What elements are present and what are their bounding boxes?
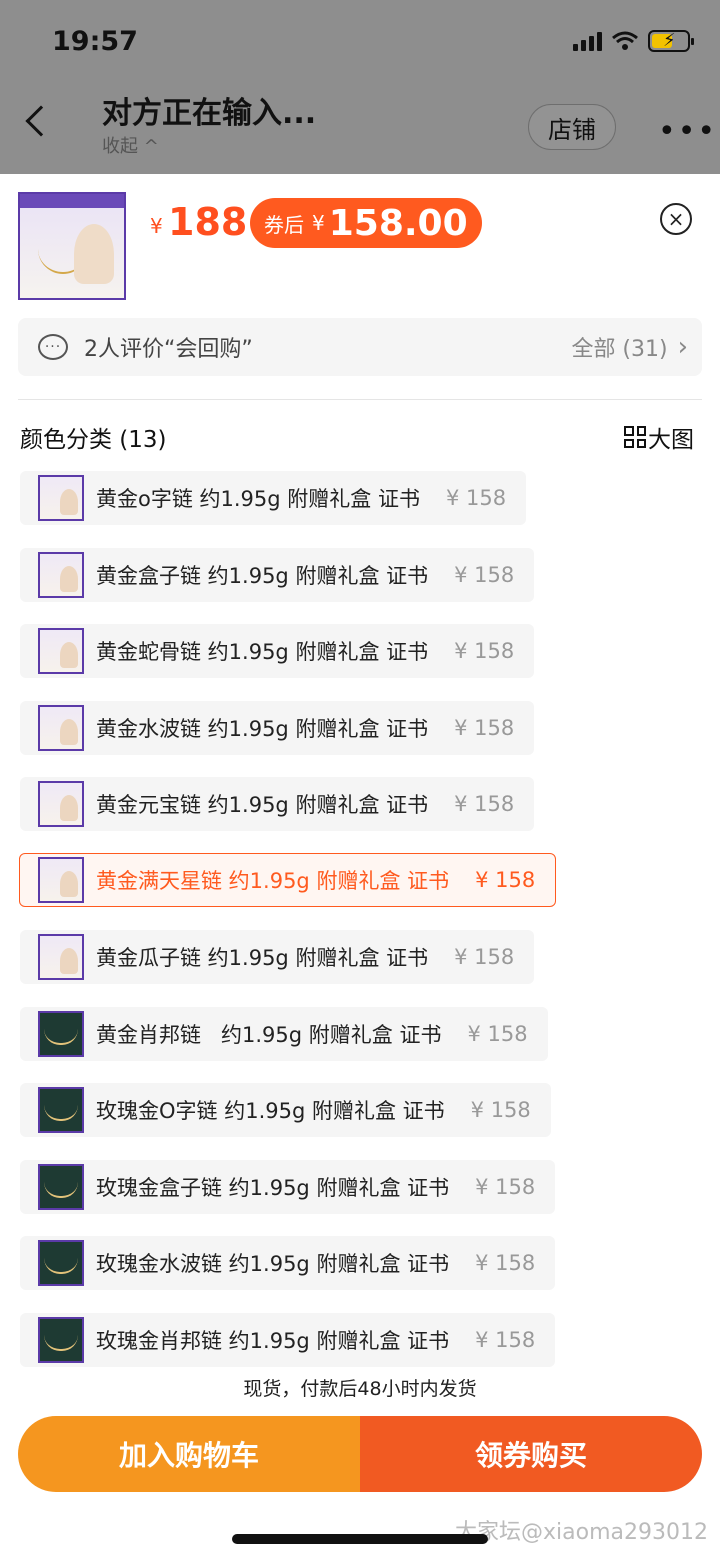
variant-thumbnail — [38, 857, 84, 903]
variant-option[interactable]: 玫瑰金水波链 约1.95g 附赠礼盒 证书 ¥ 158 — [20, 1236, 556, 1290]
variant-thumbnail — [38, 1087, 84, 1133]
cellular-signal-icon — [573, 31, 602, 51]
variant-thumbnail — [38, 781, 84, 827]
variant-name: 玫瑰金水波链 约1.95g 附赠礼盒 证书 — [96, 1252, 450, 1276]
variant-option[interactable]: 玫瑰金肖邦链 约1.95g 附赠礼盒 证书 ¥ 158 — [20, 1313, 556, 1367]
shop-button[interactable]: 店铺 — [528, 104, 616, 150]
variant-name: 黄金盒子链 约1.95g 附赠礼盒 证书 — [96, 564, 429, 588]
variant-thumbnail — [38, 1240, 84, 1286]
variant-option[interactable]: 黄金水波链 约1.95g 附赠礼盒 证书 ¥ 158 — [20, 701, 535, 755]
close-icon[interactable]: × — [660, 203, 692, 235]
variant-option[interactable]: 玫瑰金O字链 约1.95g 附赠礼盒 证书 ¥ 158 — [20, 1083, 551, 1137]
variant-name: 玫瑰金盒子链 约1.95g 附赠礼盒 证书 — [96, 1176, 450, 1200]
shipping-note: 现货，付款后48小时内发货 — [243, 1378, 477, 1400]
variant-price: ¥ 158 — [454, 792, 515, 816]
variant-option[interactable]: 黄金o字链 约1.95g 附赠礼盒 证书 ¥ 158 — [20, 471, 527, 525]
variant-option[interactable]: 黄金盒子链 约1.95g 附赠礼盒 证书 ¥ 158 — [20, 548, 535, 602]
variant-option[interactable]: 黄金蛇骨链 约1.95g 附赠礼盒 证书 ¥ 158 — [20, 624, 535, 678]
variant-name: 黄金元宝链 约1.95g 附赠礼盒 证书 — [96, 793, 429, 817]
wifi-icon — [612, 31, 638, 50]
review-summary-bar[interactable]: ··· 2人评价“会回购” 全部 (31) › — [18, 318, 702, 376]
variant-thumbnail — [38, 705, 84, 751]
variant-thumbnail — [38, 628, 84, 674]
collapse-toggle[interactable]: 收起 ^ — [102, 132, 159, 158]
variant-name: 黄金水波链 约1.95g 附赠礼盒 证书 — [96, 717, 429, 741]
big-image-toggle[interactable]: 大图 — [624, 420, 694, 454]
chat-bubble-icon: ··· — [38, 334, 68, 360]
variant-price: ¥ 158 — [454, 945, 515, 969]
variant-name: 玫瑰金肖邦链 约1.95g 附赠礼盒 证书 — [96, 1329, 450, 1353]
status-time: 19:57 — [52, 26, 138, 57]
variant-thumbnail — [38, 475, 84, 521]
variant-name: 黄金蛇骨链 约1.95g 附赠礼盒 证书 — [96, 640, 429, 664]
variant-price: ¥ 158 — [470, 1098, 531, 1122]
variant-thumbnail — [38, 552, 84, 598]
coupon-price-badge: 券后 ¥ 158.00 — [250, 198, 482, 248]
variant-name: 黄金o字链 约1.95g 附赠礼盒 证书 — [96, 487, 420, 511]
variant-name: 黄金满天星链 约1.95g 附赠礼盒 证书 — [96, 869, 450, 893]
variant-thumbnail — [38, 1164, 84, 1210]
variant-option[interactable]: 黄金肖邦链 约1.95g 附赠礼盒 证书 ¥ 158 — [20, 1007, 548, 1061]
status-icons: ⚡ — [573, 30, 694, 52]
variant-name: 黄金肖邦链 约1.95g 附赠礼盒 证书 — [96, 1023, 442, 1047]
variant-price: ¥ 158 — [475, 1328, 536, 1352]
variant-option-selected[interactable]: 黄金满天星链 约1.95g 附赠礼盒 证书 ¥ 158 — [19, 853, 557, 907]
review-all-count: 全部 (31) — [571, 337, 668, 362]
chevron-right-icon: › — [677, 332, 688, 362]
coupon-currency: ¥ — [312, 211, 325, 235]
grid-icon — [624, 426, 646, 448]
variant-price: ¥ 158 — [454, 563, 515, 587]
buy-with-coupon-button[interactable]: 领券购买 — [360, 1416, 702, 1492]
product-price: 188 — [168, 200, 248, 244]
variant-option[interactable]: 黄金元宝链 约1.95g 附赠礼盒 证书 ¥ 158 — [20, 777, 535, 831]
chat-title: 对方正在输入... — [102, 96, 317, 131]
variant-price: ¥ 158 — [454, 639, 515, 663]
variant-thumbnail — [38, 934, 84, 980]
variant-price: ¥ 158 — [454, 716, 515, 740]
variant-name: 玫瑰金O字链 约1.95g 附赠礼盒 证书 — [96, 1099, 445, 1123]
variant-option[interactable]: 黄金瓜子链 约1.95g 附赠礼盒 证书 ¥ 158 — [20, 930, 535, 984]
divider — [18, 399, 702, 400]
more-options-icon[interactable]: ••• — [658, 114, 717, 149]
variant-price: ¥ 158 — [475, 1251, 536, 1275]
review-summary-text: 2人评价“会回购” — [84, 337, 253, 362]
variant-price: ¥ 158 — [475, 868, 536, 892]
variant-thumbnail — [38, 1011, 84, 1057]
coupon-price: 158.00 — [328, 202, 468, 244]
variant-option[interactable]: 玫瑰金盒子链 约1.95g 附赠礼盒 证书 ¥ 158 — [20, 1160, 556, 1214]
product-thumbnail[interactable] — [18, 192, 126, 300]
big-image-label: 大图 — [648, 427, 694, 453]
price-currency: ¥ — [150, 214, 163, 238]
add-to-cart-button[interactable]: 加入购物车 — [18, 1416, 360, 1492]
home-indicator[interactable] — [232, 1534, 488, 1544]
variant-price: ¥ 158 — [445, 486, 507, 510]
watermark: 大家坛@xiaoma293012 — [455, 1520, 708, 1545]
battery-icon: ⚡ — [648, 30, 694, 52]
variant-price: ¥ 158 — [467, 1022, 528, 1046]
variant-name: 黄金瓜子链 约1.95g 附赠礼盒 证书 — [96, 946, 429, 970]
variant-price: ¥ 158 — [475, 1175, 536, 1199]
coupon-label: 券后 — [264, 212, 304, 237]
variant-section-title: 颜色分类 (13) — [20, 427, 167, 453]
variant-thumbnail — [38, 1317, 84, 1363]
